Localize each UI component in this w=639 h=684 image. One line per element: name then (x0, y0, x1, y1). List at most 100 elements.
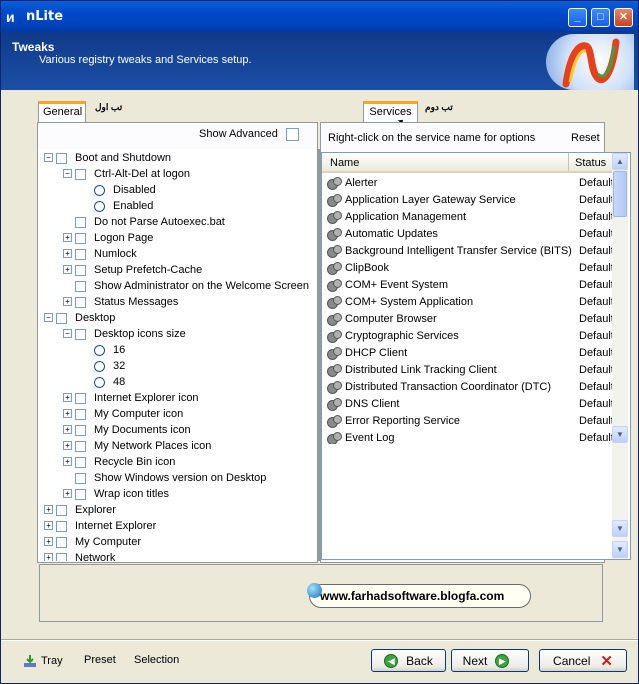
tab-services[interactable]: Services (363, 101, 418, 123)
tree-node[interactable]: Desktop (56, 310, 115, 326)
tree-node[interactable]: Status Messages (75, 294, 178, 310)
tree-radio[interactable] (94, 184, 105, 196)
tree-node[interactable]: Boot and Shutdown (56, 150, 171, 166)
expand-icon[interactable]: + (63, 457, 72, 466)
selection-button[interactable]: Selection (134, 654, 179, 666)
tree-node[interactable]: Do not Parse Autoexec.bat (75, 214, 225, 230)
tree-checkbox[interactable] (75, 168, 86, 180)
service-row[interactable]: DNS Client Default (322, 395, 622, 412)
tree-checkbox[interactable] (75, 440, 86, 452)
expand-icon[interactable]: + (44, 553, 53, 561)
tree-radio[interactable] (94, 360, 105, 372)
expand-icon[interactable]: + (44, 537, 53, 546)
service-row[interactable]: Alerter Default (322, 174, 622, 191)
tree-node[interactable]: Ctrl-Alt-Del at logon (75, 166, 190, 182)
tree-node[interactable]: Wrap icon titles (75, 486, 169, 502)
tree-node[interactable]: 48 (94, 374, 125, 390)
service-row[interactable]: COM+ System Application Default (322, 293, 622, 310)
expand-icon[interactable]: + (63, 409, 72, 418)
expand-icon[interactable]: + (63, 233, 72, 242)
service-row[interactable]: Event Log Default (322, 429, 622, 444)
tree-node[interactable]: Explorer (56, 502, 116, 518)
expand-icon[interactable]: + (44, 505, 53, 514)
tree-checkbox[interactable] (75, 248, 86, 260)
tree-node[interactable]: Desktop icons size (75, 326, 186, 342)
tree-checkbox[interactable] (56, 312, 67, 324)
title-bar[interactable]: ᴎ nLite _ □ ✕ (1, 1, 638, 32)
tree-checkbox[interactable] (56, 152, 67, 164)
tree-radio[interactable] (94, 376, 105, 388)
tree-radio[interactable] (94, 200, 105, 212)
column-divider[interactable] (568, 153, 569, 171)
cancel-button[interactable]: Cancel ✕ (539, 649, 627, 672)
tree-checkbox[interactable] (75, 488, 86, 500)
tree-node[interactable]: My Computer icon (75, 406, 183, 422)
service-row[interactable]: Distributed Link Tracking Client Default (322, 361, 622, 378)
preset-button[interactable]: Preset (84, 654, 116, 666)
tree-node[interactable]: My Documents icon (75, 422, 191, 438)
tree-node[interactable]: Internet Explorer icon (75, 390, 199, 406)
collapse-icon[interactable]: − (44, 153, 53, 162)
service-row[interactable]: Background Intelligent Transfer Service … (322, 242, 622, 259)
tree-checkbox[interactable] (75, 232, 86, 244)
tree-node[interactable]: Recycle Bin icon (75, 454, 175, 470)
tree-checkbox[interactable] (75, 328, 86, 340)
tree-node[interactable]: 16 (94, 342, 125, 358)
column-name[interactable]: Name (330, 157, 359, 169)
tree-checkbox[interactable] (56, 552, 67, 561)
show-advanced-checkbox[interactable] (286, 128, 299, 141)
expand-icon[interactable]: + (44, 521, 53, 530)
tree-checkbox[interactable] (75, 296, 86, 308)
expand-icon[interactable]: + (63, 441, 72, 450)
scroll-thumb[interactable] (613, 171, 627, 217)
expand-icon[interactable]: + (63, 489, 72, 498)
collapse-icon[interactable]: − (63, 169, 72, 178)
tree-radio[interactable] (94, 344, 105, 356)
scroll-up-button[interactable]: ▲ (612, 153, 628, 170)
tree-checkbox[interactable] (56, 536, 67, 548)
close-button[interactable]: ✕ (614, 8, 633, 27)
services-scrollbar[interactable]: ▲ ▼ (612, 153, 628, 443)
expand-icon[interactable]: + (63, 425, 72, 434)
tree-checkbox[interactable] (75, 216, 86, 228)
tree-node[interactable]: Logon Page (75, 230, 153, 246)
tree-node[interactable]: Disabled (94, 182, 156, 198)
panel-scrollbar[interactable]: ▼ ▼ (612, 443, 628, 559)
tree-checkbox[interactable] (75, 264, 86, 276)
tray-button[interactable]: Tray (23, 654, 63, 668)
service-row[interactable]: Application Management Default (322, 208, 622, 225)
expand-icon[interactable]: + (63, 297, 72, 306)
expand-icon[interactable]: + (63, 265, 72, 274)
tree-checkbox[interactable] (75, 456, 86, 468)
panel-scroll-down-button[interactable]: ▼ (612, 520, 628, 537)
service-row[interactable]: Automatic Updates Default (322, 225, 622, 242)
service-row[interactable]: Computer Browser Default (322, 310, 622, 327)
minimize-button[interactable]: _ (568, 8, 587, 27)
tree-checkbox[interactable] (75, 408, 86, 420)
scroll-down-button[interactable]: ▼ (612, 426, 628, 443)
tree-node[interactable]: Network (56, 550, 115, 561)
tree-node[interactable]: Show Administrator on the Welcome Screen (75, 278, 309, 294)
expand-icon[interactable]: + (63, 249, 72, 258)
panel-scroll-down-button-2[interactable]: ▼ (612, 541, 628, 558)
tree-checkbox[interactable] (75, 392, 86, 404)
tab-general[interactable]: General (38, 101, 86, 123)
tree-node[interactable]: 32 (94, 358, 125, 374)
next-button[interactable]: Next ▶ (451, 649, 529, 672)
tree-node[interactable]: Enabled (94, 198, 153, 214)
collapse-icon[interactable]: − (63, 329, 72, 338)
tweaks-tree[interactable]: − Boot and Shutdown − Ctrl-Alt-Del at logon… (38, 149, 316, 561)
tree-checkbox[interactable] (75, 424, 86, 436)
tree-checkbox[interactable] (56, 504, 67, 516)
service-row[interactable]: Application Layer Gateway Service Default (322, 191, 622, 208)
collapse-icon[interactable]: − (44, 313, 53, 322)
reset-link[interactable]: Reset (571, 132, 600, 144)
tree-checkbox[interactable] (75, 472, 86, 484)
maximize-button[interactable]: □ (591, 8, 610, 27)
back-button[interactable]: ◀ Back (371, 649, 446, 672)
tree-node[interactable]: Numlock (75, 246, 137, 262)
tree-node[interactable]: My Computer (56, 534, 141, 550)
expand-icon[interactable]: + (63, 393, 72, 402)
service-row[interactable]: ClipBook Default (322, 259, 622, 276)
tree-node[interactable]: Setup Prefetch-Cache (75, 262, 202, 278)
